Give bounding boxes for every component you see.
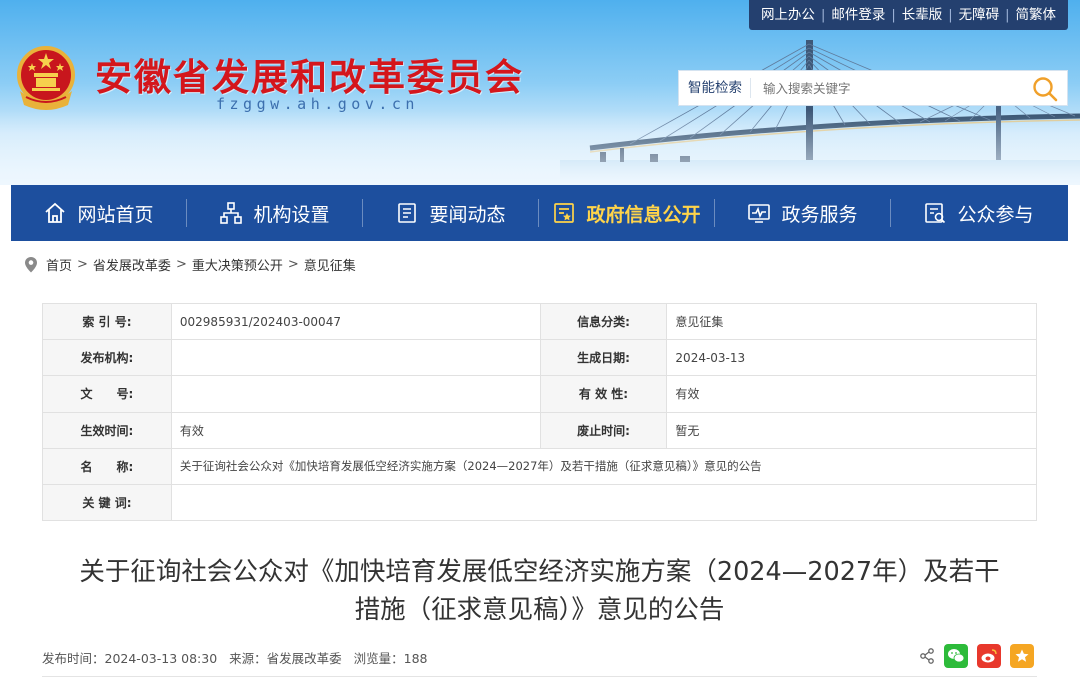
search-box: 智能检索 xyxy=(678,70,1068,106)
location-pin-icon xyxy=(25,256,37,272)
breadcrumb-separator: > xyxy=(287,256,299,272)
table-row: 发布机构: 生成日期: 2024-03-13 xyxy=(42,339,1037,377)
national-emblem-icon xyxy=(17,46,75,110)
nav-item-label: 网站首页 xyxy=(77,203,154,226)
index-no-value: 002985931/202403-00047 xyxy=(170,302,541,341)
article-source: 来源：省发展改革委 xyxy=(229,651,342,666)
nav-item-label: 政府信息公开 xyxy=(586,203,701,226)
nav-item-label: 要闻动态 xyxy=(429,203,506,226)
main-nav: 网站首页 机构设置 要闻动态 政府信息公开 政务服务 公众参与 xyxy=(11,185,1068,241)
index-no-label: 索 引 号: xyxy=(42,302,172,341)
top-links-bar: 网上办公 | 邮件登录 | 长辈版 | 无障碍 | 简繁体 xyxy=(748,0,1068,30)
table-row: 索 引 号: 002985931/202403-00047 信息分类: 意见征集 xyxy=(42,302,1037,341)
site-domain: fzggw.ah.gov.cn xyxy=(216,95,419,113)
share-bar xyxy=(919,644,1034,668)
publisher-label: 发布机构: xyxy=(42,339,172,377)
nav-item-organization[interactable]: 机构设置 xyxy=(187,185,362,241)
nav-item-label: 公众参与 xyxy=(957,203,1034,226)
keywords-value xyxy=(170,483,1038,522)
document-info-table: 索 引 号: 002985931/202403-00047 信息分类: 意见征集… xyxy=(42,302,1038,522)
top-link-mail-login[interactable]: 邮件登录 xyxy=(825,0,891,30)
gov-info-icon xyxy=(554,203,575,223)
keywords-label: 关 键 词: xyxy=(42,483,172,522)
share-icon[interactable] xyxy=(919,648,935,664)
nav-item-gov-services[interactable]: 政务服务 xyxy=(715,185,890,241)
table-row: 名 称: 关于征询社会公众对《加快培育发展低空经济实施方案（2024—2027年… xyxy=(42,447,1038,485)
weibo-share-icon[interactable] xyxy=(977,644,1001,668)
doc-name-label: 名 称: xyxy=(42,447,172,485)
site-header: 安徽省发展和改革委员会 fzggw.ah.gov.cn 网上办公 | 邮件登录 … xyxy=(0,0,1080,185)
top-link-online-office[interactable]: 网上办公 xyxy=(755,0,821,30)
top-link-accessibility[interactable]: 无障碍 xyxy=(953,0,1006,30)
breadcrumb-drc[interactable]: 省发展改革委 xyxy=(93,255,171,274)
breadcrumb-major-decisions[interactable]: 重大决策预公开 xyxy=(192,255,283,274)
validity-label: 有 效 性: xyxy=(539,375,668,413)
table-row: 生效时间: 有效 废止时间: 暂无 xyxy=(42,411,1037,449)
org-chart-icon xyxy=(220,202,243,224)
top-link-elder-version[interactable]: 长辈版 xyxy=(896,0,949,30)
favorite-star-icon[interactable] xyxy=(1010,644,1034,668)
doc-no-label: 文 号: xyxy=(42,375,172,413)
article-title: 关于征询社会公众对《加快培育发展低空经济实施方案（2024—2027年）及若干 … xyxy=(42,553,1037,629)
site-title: 安徽省发展和改革委员会 xyxy=(95,56,524,99)
participation-icon xyxy=(925,203,946,224)
publish-time: 发布时间：2024-03-13 08:30 xyxy=(42,651,218,666)
repeal-time-value: 暂无 xyxy=(666,411,1037,449)
repeal-time-label: 废止时间: xyxy=(539,411,668,449)
nav-item-news[interactable]: 要闻动态 xyxy=(363,185,538,241)
nav-item-home[interactable]: 网站首页 xyxy=(11,185,186,241)
news-icon xyxy=(398,203,417,223)
effective-time-label: 生效时间: xyxy=(42,411,172,449)
smart-search-label[interactable]: 智能检索 xyxy=(679,78,751,98)
publisher-value xyxy=(170,339,541,377)
nav-item-label: 政务服务 xyxy=(781,203,858,226)
effective-time-value: 有效 xyxy=(170,411,541,449)
search-input[interactable] xyxy=(751,73,1021,103)
monitor-icon xyxy=(748,204,771,223)
home-icon xyxy=(45,202,66,223)
doc-no-value xyxy=(170,375,541,413)
table-row: 关 键 词: xyxy=(42,483,1038,522)
doc-name-value: 关于征询社会公众对《加快培育发展低空经济实施方案（2024—2027年）及若干措… xyxy=(170,447,1038,485)
view-count: 浏览量：188 xyxy=(353,651,428,666)
gen-date-label: 生成日期: xyxy=(539,339,668,377)
category-label: 信息分类: xyxy=(539,302,668,341)
article-title-line: 关于征询社会公众对《加快培育发展低空经济实施方案（2024—2027年）及若干 xyxy=(79,557,1000,587)
breadcrumb-opinion-collection[interactable]: 意见征集 xyxy=(304,255,356,274)
breadcrumb-separator: > xyxy=(77,256,88,272)
article-title-line: 措施（征求意见稿）》意见的公告 xyxy=(354,595,725,625)
article-meta: 发布时间：2024-03-13 08:30 来源：省发展改革委 浏览量：188 xyxy=(42,648,440,667)
category-value: 意见征集 xyxy=(666,302,1037,341)
nav-item-label: 机构设置 xyxy=(253,203,330,226)
breadcrumb-separator: > xyxy=(175,256,187,272)
gen-date-value: 2024-03-13 xyxy=(666,339,1037,377)
search-icon[interactable] xyxy=(1031,75,1059,103)
top-link-simplified-traditional[interactable]: 简繁体 xyxy=(1010,0,1063,30)
nav-item-public-participation[interactable]: 公众参与 xyxy=(891,185,1066,241)
wechat-share-icon[interactable] xyxy=(944,644,968,668)
validity-value: 有效 xyxy=(666,375,1037,413)
table-row: 文 号: 有 效 性: 有效 xyxy=(42,375,1037,413)
breadcrumb: 首页 > 省发展改革委 > 重大决策预公开 > 意见征集 xyxy=(24,254,356,274)
sky-haze xyxy=(0,110,1080,185)
divider xyxy=(42,676,1037,677)
breadcrumb-home[interactable]: 首页 xyxy=(46,255,72,274)
nav-item-gov-info[interactable]: 政府信息公开 xyxy=(539,185,714,241)
